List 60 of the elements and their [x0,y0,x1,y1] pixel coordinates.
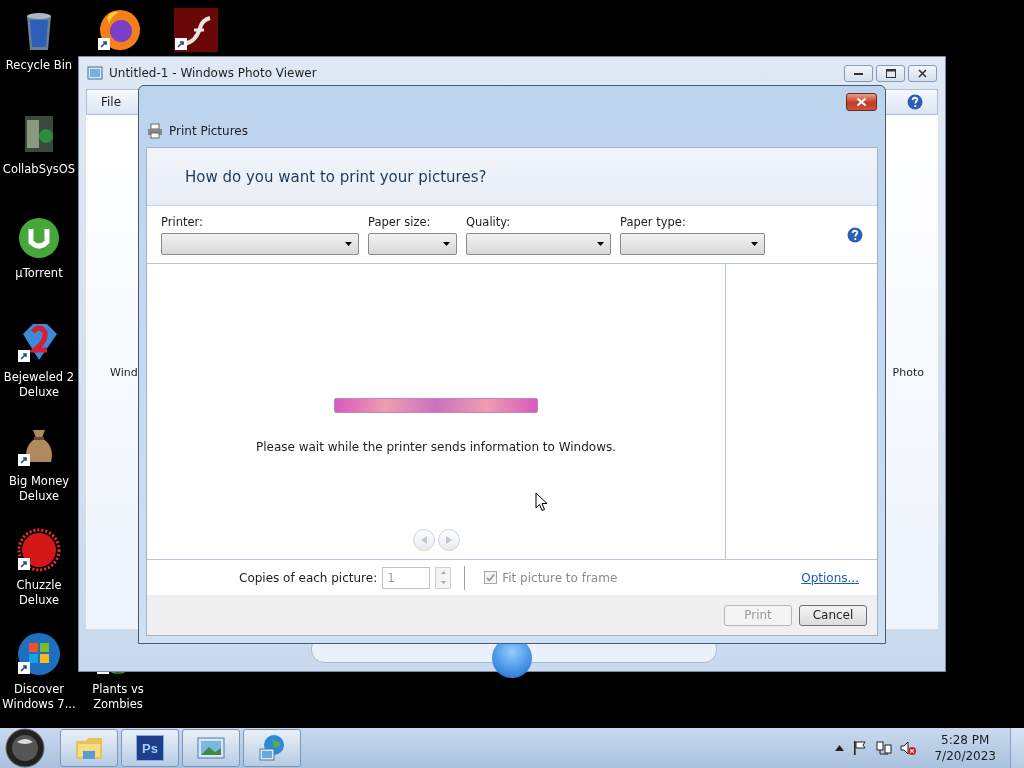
message-text: Photo [892,365,924,379]
clock-time[interactable]: 5:28 PM [941,732,990,748]
status-message: Please wait while the printer sends information to Windows. [255,440,617,454]
caret-icon [597,241,604,246]
volume-muted-icon[interactable] [900,740,917,756]
right-arrow-icon [443,534,454,546]
picture-icon [87,65,103,81]
start-button[interactable] [3,728,47,768]
options-link[interactable]: Options... [801,570,859,585]
taskbar-button[interactable] [182,729,240,767]
caret-icon [345,241,352,246]
globe-picture-icon [257,733,287,763]
taskbar-button[interactable]: Ps [121,729,179,767]
message-text: Wind [110,365,138,379]
dropdown[interactable] [161,232,359,255]
menu-item[interactable]: File [101,95,122,109]
minimize-button[interactable] [844,65,873,82]
field-label: Printer: [161,214,204,229]
field-label: Paper type: [620,214,687,229]
caret-icon [751,241,758,246]
checkmark-icon [486,573,496,582]
icon-label[interactable]: µTorrent [0,266,78,281]
taskbar-button[interactable] [60,729,118,767]
restore-button[interactable] [876,65,905,82]
up-arrow-icon [440,571,446,574]
icon-label[interactable]: Big Money Deluxe [0,474,78,504]
help-icon[interactable] [847,226,863,243]
dialog-heading: How do you want to print your pictures? [185,167,487,186]
window-title: Untitled-1 - Windows Photo Viewer [109,66,318,80]
show-hidden-icons-button[interactable] [835,745,845,751]
cancel-button[interactable]: Cancel [799,604,867,626]
icon-label[interactable]: Plants vs Zombies [79,682,157,712]
dropdown[interactable] [368,232,457,255]
caret-icon [443,241,450,246]
printer-icon [147,122,163,139]
icon-label[interactable]: CollabSysOS [0,162,78,177]
icon-label[interactable]: Chuzzle Deluxe [0,578,78,608]
close-icon [856,97,867,107]
restore-icon [885,69,896,78]
mouse-pointer-icon [535,492,548,512]
help-icon[interactable] [907,94,923,110]
clock-date[interactable]: 7/20/2023 [934,748,996,764]
photoshop-logo: Ps [136,735,164,761]
close-button[interactable] [908,65,937,82]
dialog-title: Print Pictures [169,123,248,138]
icon-label[interactable]: Discover Windows 7... [0,682,78,712]
copies-label: Copies of each picture: [239,570,378,585]
down-arrow-icon [440,581,446,584]
dropdown[interactable] [466,232,611,255]
field-label: Quality: [466,214,512,229]
taskbar-button[interactable] [243,729,301,767]
network-icon[interactable] [876,740,893,756]
close-button[interactable] [846,93,877,111]
close-icon [918,69,927,78]
checkbox-label: Fit picture to frame [502,570,618,585]
icon-label[interactable]: Bejeweled 2 Deluxe [0,370,78,400]
flag-icon[interactable] [852,740,869,756]
field-label: Paper size: [368,214,432,229]
icon-label[interactable]: Recycle Bin [0,58,78,73]
dropdown[interactable] [620,232,765,255]
